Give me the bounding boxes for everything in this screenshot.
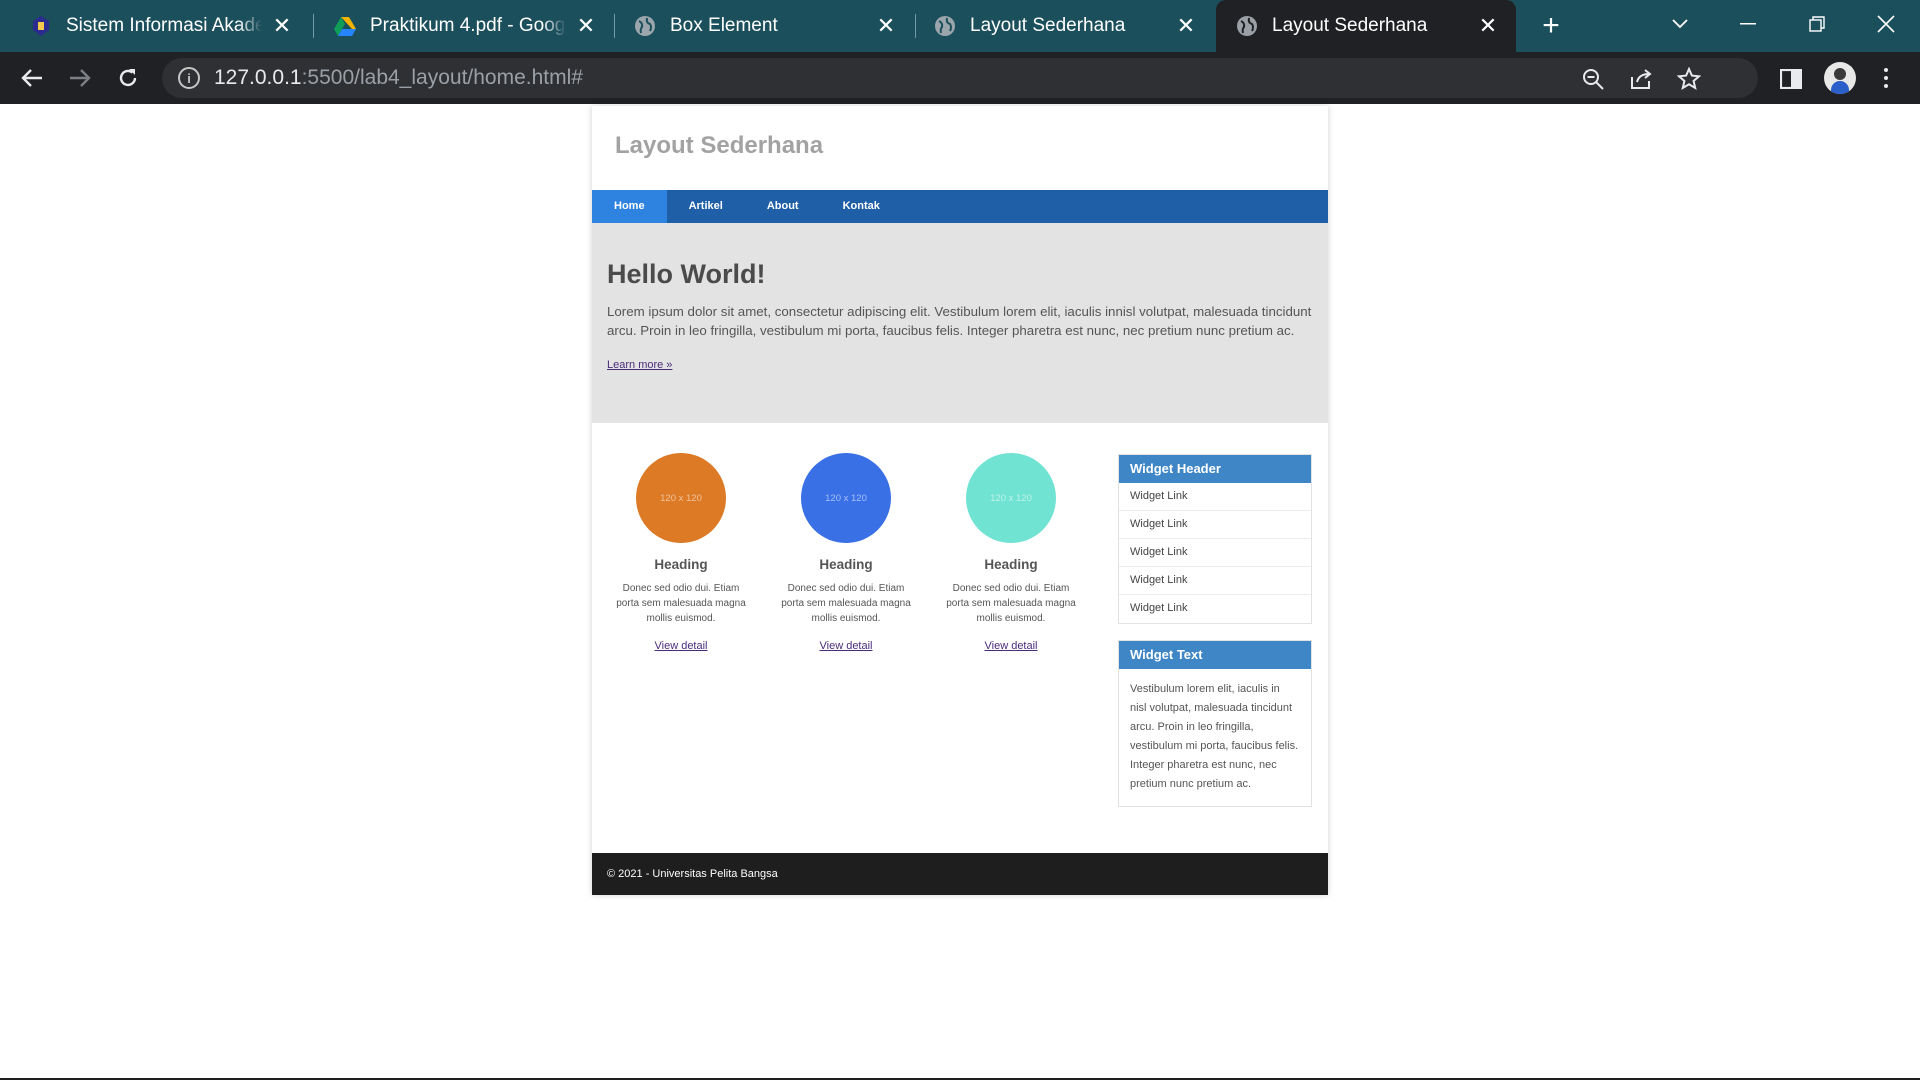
page-container: Layout Sederhana Home Artikel About Kont… (592, 106, 1328, 895)
hero-title: Hello World! (607, 259, 766, 289)
profile-avatar[interactable] (1824, 62, 1856, 94)
hero-section: Hello World! Lorem ipsum dolor sit amet,… (592, 223, 1328, 423)
url-path: :5500/lab4_layout/home.html# (301, 66, 583, 89)
globe-icon (634, 15, 656, 37)
nav-home[interactable]: Home (592, 190, 667, 223)
view-detail-link[interactable]: View detail (985, 640, 1038, 652)
placeholder-image: 120 x 120 (636, 453, 726, 543)
back-button[interactable] (14, 60, 50, 96)
globe-icon (1236, 15, 1258, 37)
widget-text: Widget Text Vestibulum lorem elit, iacul… (1118, 640, 1312, 807)
site-header: Layout Sederhana (592, 106, 1328, 190)
feature-heading: Heading (984, 557, 1038, 572)
share-icon[interactable] (1628, 66, 1654, 92)
view-detail-link[interactable]: View detail (655, 640, 708, 652)
address-bar[interactable]: i 127.0.0.1:5500/lab4_layout/home.html# (162, 58, 1758, 98)
main-content: 120 x 120 Heading Donec sed odio dui. Et… (592, 423, 1328, 853)
nav-artikel[interactable]: Artikel (667, 190, 745, 223)
feature-text: Donec sed odio dui. Etiam porta sem male… (616, 583, 746, 624)
placeholder-image: 120 x 120 (801, 453, 891, 543)
forward-button[interactable] (62, 60, 98, 96)
tab-title: Layout Sederhana (970, 15, 1126, 36)
feature-card: 120 x 120 Heading Donec sed odio dui. Et… (936, 453, 1086, 654)
main-nav: Home Artikel About Kontak (592, 190, 1328, 223)
close-icon[interactable]: ✕ (574, 13, 598, 38)
bookmark-star-icon[interactable] (1676, 66, 1702, 92)
new-tab-button[interactable]: + (1533, 8, 1569, 44)
feature-text: Donec sed odio dui. Etiam porta sem male… (946, 583, 1076, 624)
tab-title: Praktikum 4.pdf - Google Drive (370, 15, 566, 36)
nav-about[interactable]: About (745, 190, 821, 223)
widget-link[interactable]: Widget Link (1119, 539, 1311, 567)
hero-text: Lorem ipsum dolor sit amet, consectetur … (607, 304, 1312, 338)
sidebar: Widget Header Widget Link Widget Link Wi… (1118, 454, 1312, 823)
nav-kontak[interactable]: Kontak (821, 190, 902, 223)
zoom-icon[interactable] (1580, 66, 1606, 92)
feature-heading: Heading (819, 557, 873, 572)
tab-praktikum-pdf[interactable]: Praktikum 4.pdf - Google Drive ✕ (304, 0, 614, 52)
browser-toolbar: i 127.0.0.1:5500/lab4_layout/home.html# (0, 52, 1920, 104)
widget-link[interactable]: Widget Link (1119, 567, 1311, 595)
tab-title: Sistem Informasi Akademik (66, 15, 262, 36)
url-host: 127.0.0.1 (214, 66, 302, 89)
placeholder-image: 120 x 120 (966, 453, 1056, 543)
learn-more-link[interactable]: Learn more » (607, 359, 672, 371)
side-panel-icon[interactable] (1778, 66, 1804, 92)
feature-text: Donec sed odio dui. Etiam porta sem male… (781, 583, 911, 624)
feature-card: 120 x 120 Heading Donec sed odio dui. Et… (606, 453, 756, 654)
tab-title: Box Element (670, 15, 778, 36)
url-text[interactable]: 127.0.0.1:5500/lab4_layout/home.html# (214, 66, 583, 90)
close-window-button[interactable] (1866, 6, 1906, 42)
view-detail-link[interactable]: View detail (820, 640, 873, 652)
tab-search-chevron-icon[interactable] (1660, 6, 1700, 42)
tab-sistem-informasi[interactable]: Sistem Informasi Akademik ✕ (0, 0, 310, 52)
page-viewport: Layout Sederhana Home Artikel About Kont… (0, 104, 1920, 1080)
tab-title: Layout Sederhana (1272, 15, 1428, 36)
feature-heading: Heading (654, 557, 708, 572)
minimize-button[interactable] (1728, 6, 1768, 42)
close-icon[interactable]: ✕ (874, 13, 898, 38)
close-icon[interactable]: ✕ (270, 13, 294, 38)
google-drive-icon (334, 15, 356, 37)
close-icon[interactable]: ✕ (1476, 13, 1500, 38)
tab-layout-sederhana-active[interactable]: Layout Sederhana ✕ (1216, 0, 1516, 52)
feature-card: 120 x 120 Heading Donec sed odio dui. Et… (771, 453, 921, 654)
reload-button[interactable] (110, 60, 146, 96)
widget-text-title: Widget Text (1119, 641, 1311, 669)
widget-link[interactable]: Widget Link (1119, 595, 1311, 623)
site-title: Layout Sederhana (615, 132, 824, 159)
site-info-icon[interactable]: i (178, 67, 200, 89)
university-logo-icon (30, 15, 52, 37)
widget-link[interactable]: Widget Link (1119, 511, 1311, 539)
close-icon[interactable]: ✕ (1174, 13, 1198, 38)
site-footer: © 2021 - Universitas Pelita Bangsa (592, 853, 1328, 895)
browser-menu-icon[interactable] (1874, 62, 1898, 94)
widget-header-title: Widget Header (1119, 455, 1311, 483)
widget-link[interactable]: Widget Link (1119, 483, 1311, 511)
restore-button[interactable] (1797, 6, 1837, 42)
widget-links: Widget Header Widget Link Widget Link Wi… (1118, 454, 1312, 624)
tab-layout-sederhana[interactable]: Layout Sederhana ✕ (904, 0, 1214, 52)
tab-strip: Sistem Informasi Akademik ✕ Praktikum 4.… (0, 0, 1920, 52)
tab-box-element[interactable]: Box Element ✕ (604, 0, 914, 52)
globe-icon (934, 15, 956, 37)
widget-text-body: Vestibulum lorem elit, iaculis in nisl v… (1130, 683, 1299, 790)
